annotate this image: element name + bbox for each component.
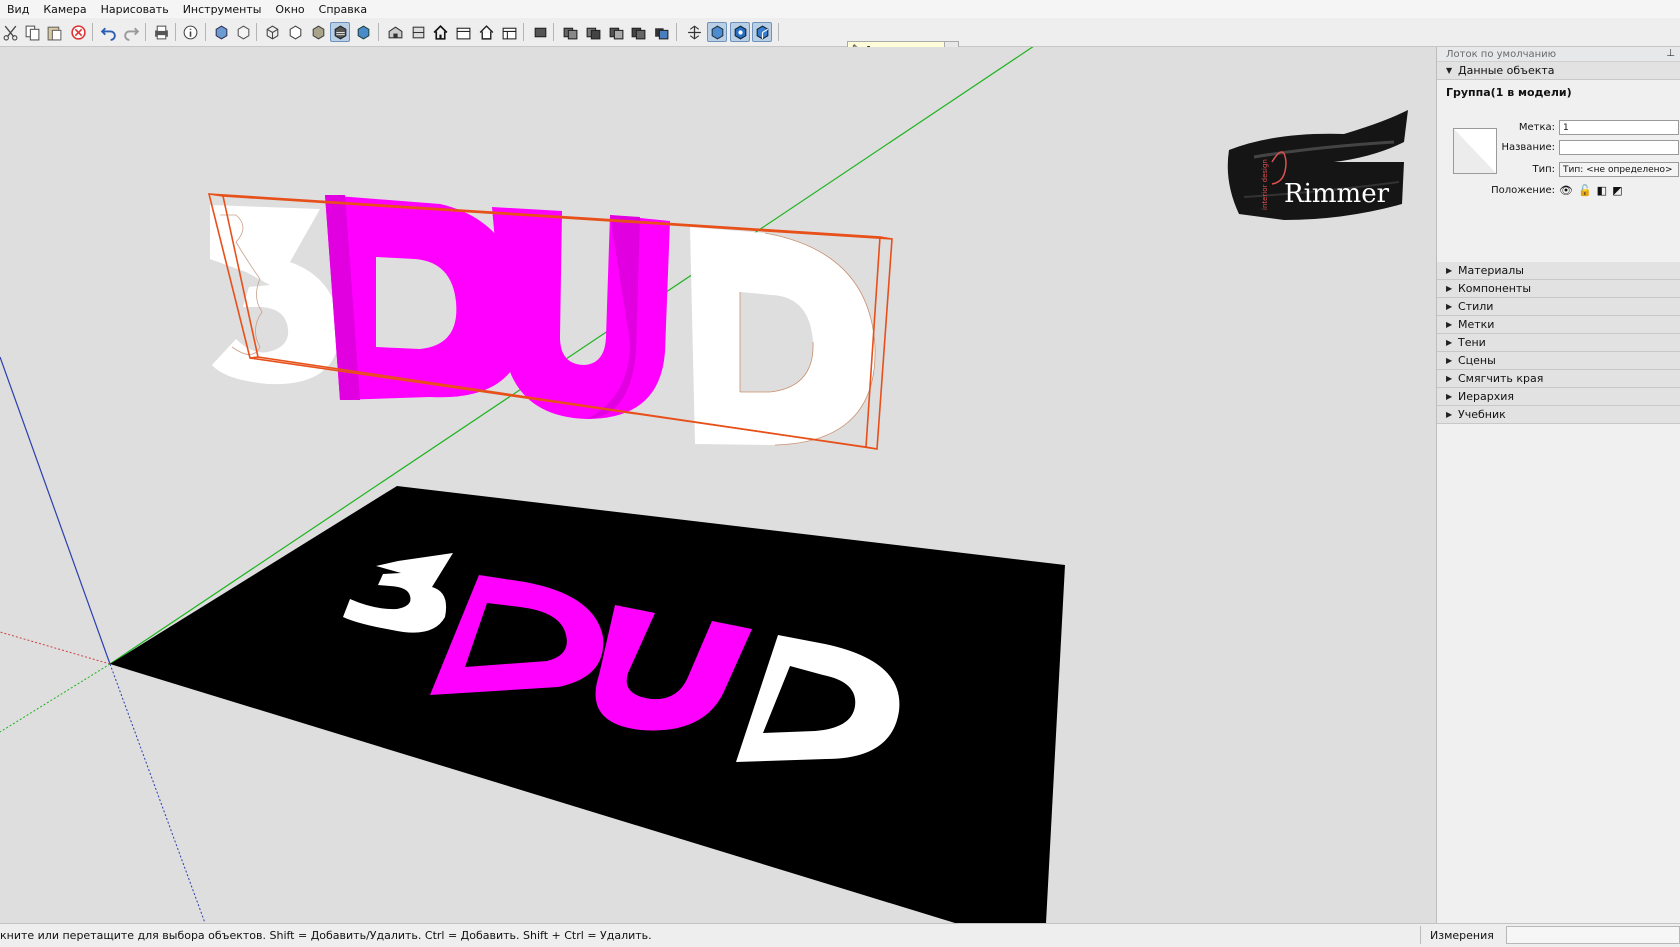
solid-trim-icon[interactable] [628,22,648,42]
left-view-icon[interactable] [499,22,519,42]
type-dropdown[interactable]: Тип: <не определено> [1559,162,1679,177]
section-fill-icon[interactable] [651,22,671,42]
back-view-icon[interactable] [476,22,496,42]
back-edges-icon[interactable] [233,22,253,42]
section-outliner[interactable]: ▶ Иерархия [1437,388,1680,406]
menu-camera[interactable]: Камера [36,3,93,16]
lock-icon[interactable]: 🔓 [1578,184,1592,197]
status-divider [1420,926,1421,944]
right-view-icon[interactable] [453,22,473,42]
entity-info-section[interactable]: ▼ Данные объекта [1437,62,1680,80]
cast-shadows-icon[interactable]: ◩ [1612,184,1622,197]
section-display-icon[interactable] [707,22,727,42]
entity-info-body: Группа(1 в модели) Метка: 1 Название: Ти… [1437,80,1680,250]
triangle-down-icon: ▼ [1446,66,1453,75]
section-cuts-icon[interactable] [730,22,750,42]
pin-icon[interactable]: ⊥ [1666,48,1675,59]
triangle-right-icon: ▶ [1446,338,1453,347]
watermark-logo: Rimmer interior design [1224,102,1410,247]
triangle-right-icon: ▶ [1446,410,1453,419]
ground-plane [110,486,1065,923]
print-icon[interactable] [151,22,171,42]
blue-axis [0,356,111,665]
status-bar: кните или перетащите для выбора объектов… [0,923,1680,947]
logo-subtext: interior design [1261,159,1269,210]
front-view-icon[interactable] [430,22,450,42]
section-fill-toggle-icon[interactable] [752,22,772,42]
name-row: Название: [1461,140,1679,155]
name-field[interactable] [1559,140,1679,155]
section-soften-edges[interactable]: ▶ Смягчить края [1437,370,1680,388]
top-view-icon[interactable] [408,22,428,42]
menu-bar: Вид Камера Нарисовать Инструменты Окно С… [0,0,1680,19]
section-components[interactable]: ▶ Компоненты [1437,280,1680,298]
model-viewport[interactable]: Rimmer interior design [0,47,1436,923]
triangle-right-icon: ▶ [1446,374,1453,383]
logo-text: Rimmer [1284,179,1390,209]
xray-icon[interactable] [211,22,231,42]
receive-shadows-icon[interactable]: ◧ [1597,184,1607,197]
solid-intersect-icon[interactable] [583,22,603,42]
green-axis-dashed [0,663,111,733]
menu-help[interactable]: Справка [312,3,374,16]
solid-union-icon[interactable] [560,22,580,42]
triangle-right-icon: ▶ [1446,392,1453,401]
menu-tools[interactable]: Инструменты [176,3,269,16]
iso-view-icon[interactable] [385,22,405,42]
text-3d-group [210,195,876,446]
shaded-icon[interactable] [308,22,328,42]
eye-icon[interactable]: 👁 [1559,184,1573,197]
section-scenes[interactable]: ▶ Сцены [1437,352,1680,370]
section-styles[interactable]: ▶ Стили [1437,298,1680,316]
monochrome-icon[interactable] [353,22,373,42]
triangle-right-icon: ▶ [1446,356,1453,365]
section-plane-icon[interactable] [684,22,704,42]
menu-draw[interactable]: Нарисовать [94,3,176,16]
cut-icon[interactable] [0,22,20,42]
scene-canvas[interactable] [0,47,1436,923]
triangle-right-icon: ▶ [1446,284,1453,293]
status-hint: кните или перетащите для выбора объектов… [0,929,652,942]
triangle-right-icon: ▶ [1446,302,1453,311]
paste-icon[interactable] [44,22,64,42]
wireframe-icon[interactable] [262,22,282,42]
measurements-input[interactable] [1506,926,1680,944]
tag-row: Метка: 1 [1461,120,1679,135]
tag-field[interactable]: 1 [1559,120,1679,135]
section-shadows[interactable]: ▶ Тени [1437,334,1680,352]
position-row: Положение: 👁 🔓 ◧ ◩ [1491,184,1623,197]
triangle-right-icon: ▶ [1446,266,1453,275]
entity-title: Группа(1 в модели) [1446,86,1572,99]
menu-window[interactable]: Окно [268,3,311,16]
copy-icon[interactable] [22,22,42,42]
section-materials[interactable]: ▶ Материалы [1437,262,1680,280]
default-tray: Лоток по умолчанию ⊥ ▼ Данные объекта Гр… [1436,47,1680,923]
erase-icon[interactable] [68,22,88,42]
section-tags[interactable]: ▶ Метки [1437,316,1680,334]
hidden-line-icon[interactable] [285,22,305,42]
type-row: Тип: Тип: <не определено> [1461,162,1679,177]
main-toolbar: ✎ 1 ▼ [0,18,1680,59]
blue-axis-dashed [109,663,206,923]
measurements-label: Измерения [1430,929,1494,942]
walls-icon[interactable] [530,22,550,42]
triangle-right-icon: ▶ [1446,320,1453,329]
menu-view[interactable]: Вид [0,3,36,16]
undo-icon[interactable] [98,22,118,42]
section-instructor[interactable]: ▶ Учебник [1437,406,1680,424]
red-axis-dashed [0,631,111,665]
model-info-icon[interactable] [180,22,200,42]
tray-title: Лоток по умолчанию ⊥ [1437,47,1680,62]
redo-icon[interactable] [121,22,141,42]
solid-subtract-icon[interactable] [606,22,626,42]
shaded-textures-icon[interactable] [330,22,350,42]
